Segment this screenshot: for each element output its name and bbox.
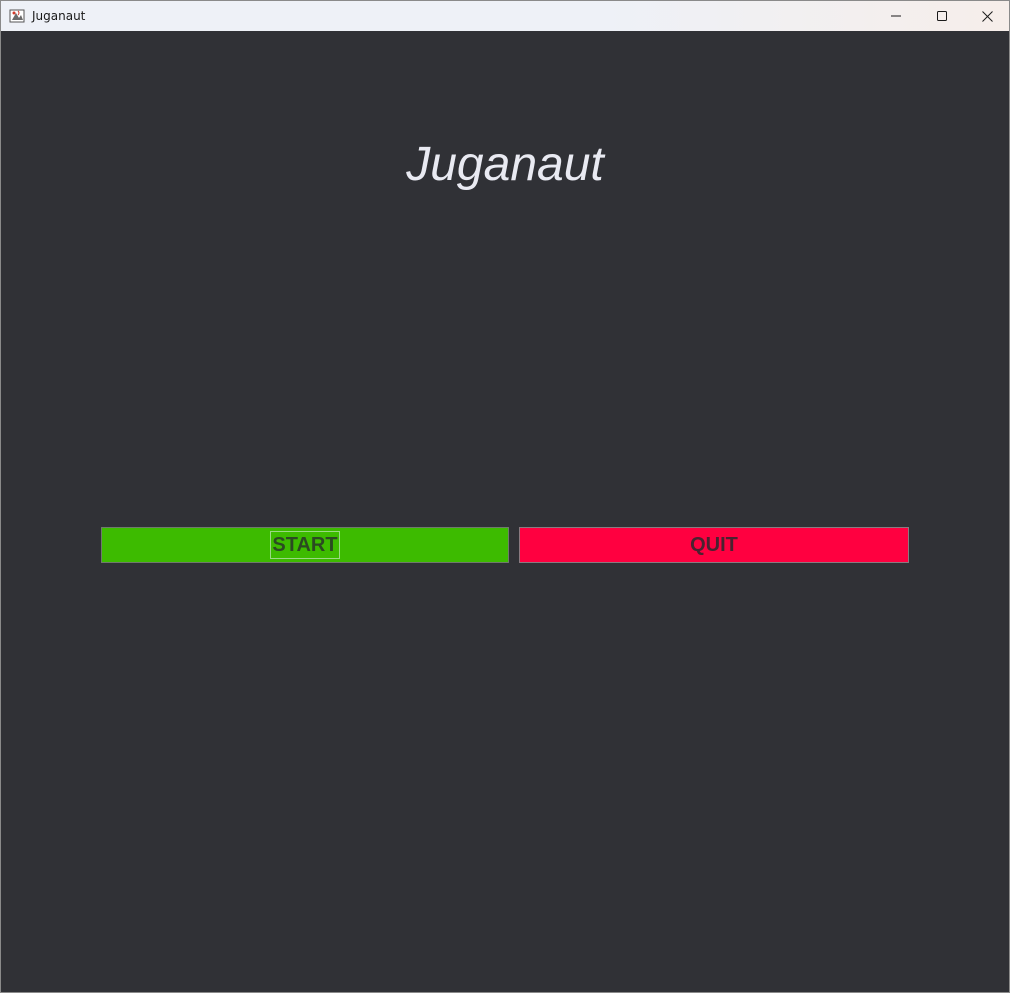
minimize-icon [891, 11, 901, 21]
app-window: Juganaut Juganaut START QUIT [0, 0, 1010, 993]
close-button[interactable] [964, 1, 1010, 31]
maximize-icon [937, 11, 947, 21]
window-title: Juganaut [32, 9, 86, 23]
quit-button[interactable]: QUIT [519, 527, 909, 563]
start-button-label: START [270, 531, 340, 559]
game-menu-panel: Juganaut START QUIT [1, 31, 1009, 992]
maximize-button[interactable] [919, 1, 965, 31]
close-icon [981, 10, 993, 22]
title-bar[interactable]: Juganaut [1, 1, 1009, 31]
start-button[interactable]: START [101, 527, 509, 563]
quit-button-label: QUIT [690, 533, 738, 556]
java-app-icon [9, 8, 25, 24]
minimize-button[interactable] [873, 1, 919, 31]
game-title: Juganaut [406, 138, 604, 191]
